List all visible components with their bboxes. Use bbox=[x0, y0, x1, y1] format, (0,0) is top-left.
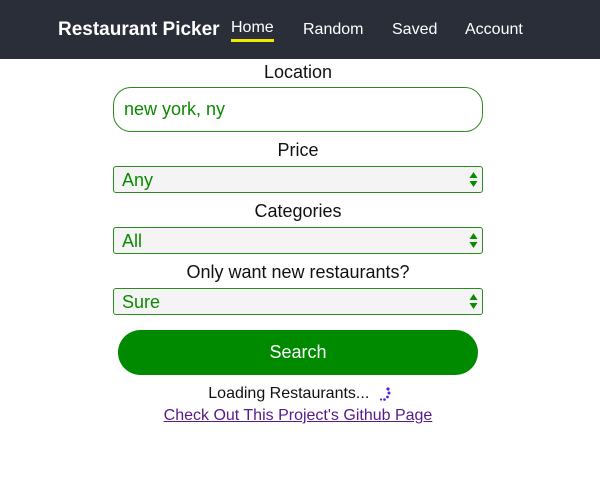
price-select[interactable]: Any bbox=[113, 166, 483, 193]
categories-select-value: All bbox=[122, 231, 143, 251]
up-down-arrows-icon bbox=[469, 294, 478, 309]
navbar: Restaurant Picker Home Random Saved Acco… bbox=[0, 0, 600, 59]
categories-select[interactable]: All bbox=[113, 227, 483, 254]
new-only-select[interactable]: Sure bbox=[113, 288, 483, 315]
github-link[interactable]: Check Out This Project's Github Page bbox=[0, 406, 596, 426]
brand-title[interactable]: Restaurant Picker bbox=[58, 19, 220, 41]
categories-label: Categories bbox=[254, 201, 342, 221]
loading-spinner-icon bbox=[379, 387, 391, 401]
search-button[interactable]: Search bbox=[118, 330, 478, 375]
loading-status: Loading Restaurants... bbox=[0, 384, 600, 404]
price-label: Price bbox=[277, 140, 319, 160]
price-select-value: Any bbox=[122, 170, 154, 190]
new-only-label: Only want new restaurants? bbox=[186, 262, 410, 282]
nav-home[interactable]: Home bbox=[231, 18, 274, 42]
loading-text: Loading Restaurants... bbox=[208, 385, 370, 402]
nav-saved[interactable]: Saved bbox=[392, 20, 437, 40]
nav-random[interactable]: Random bbox=[303, 20, 363, 40]
up-down-arrows-icon bbox=[469, 172, 478, 187]
location-input[interactable] bbox=[113, 87, 483, 132]
new-only-select-value: Sure bbox=[122, 292, 161, 312]
location-label: Location bbox=[263, 62, 333, 82]
nav-account[interactable]: Account bbox=[465, 20, 523, 40]
up-down-arrows-icon bbox=[469, 233, 478, 248]
